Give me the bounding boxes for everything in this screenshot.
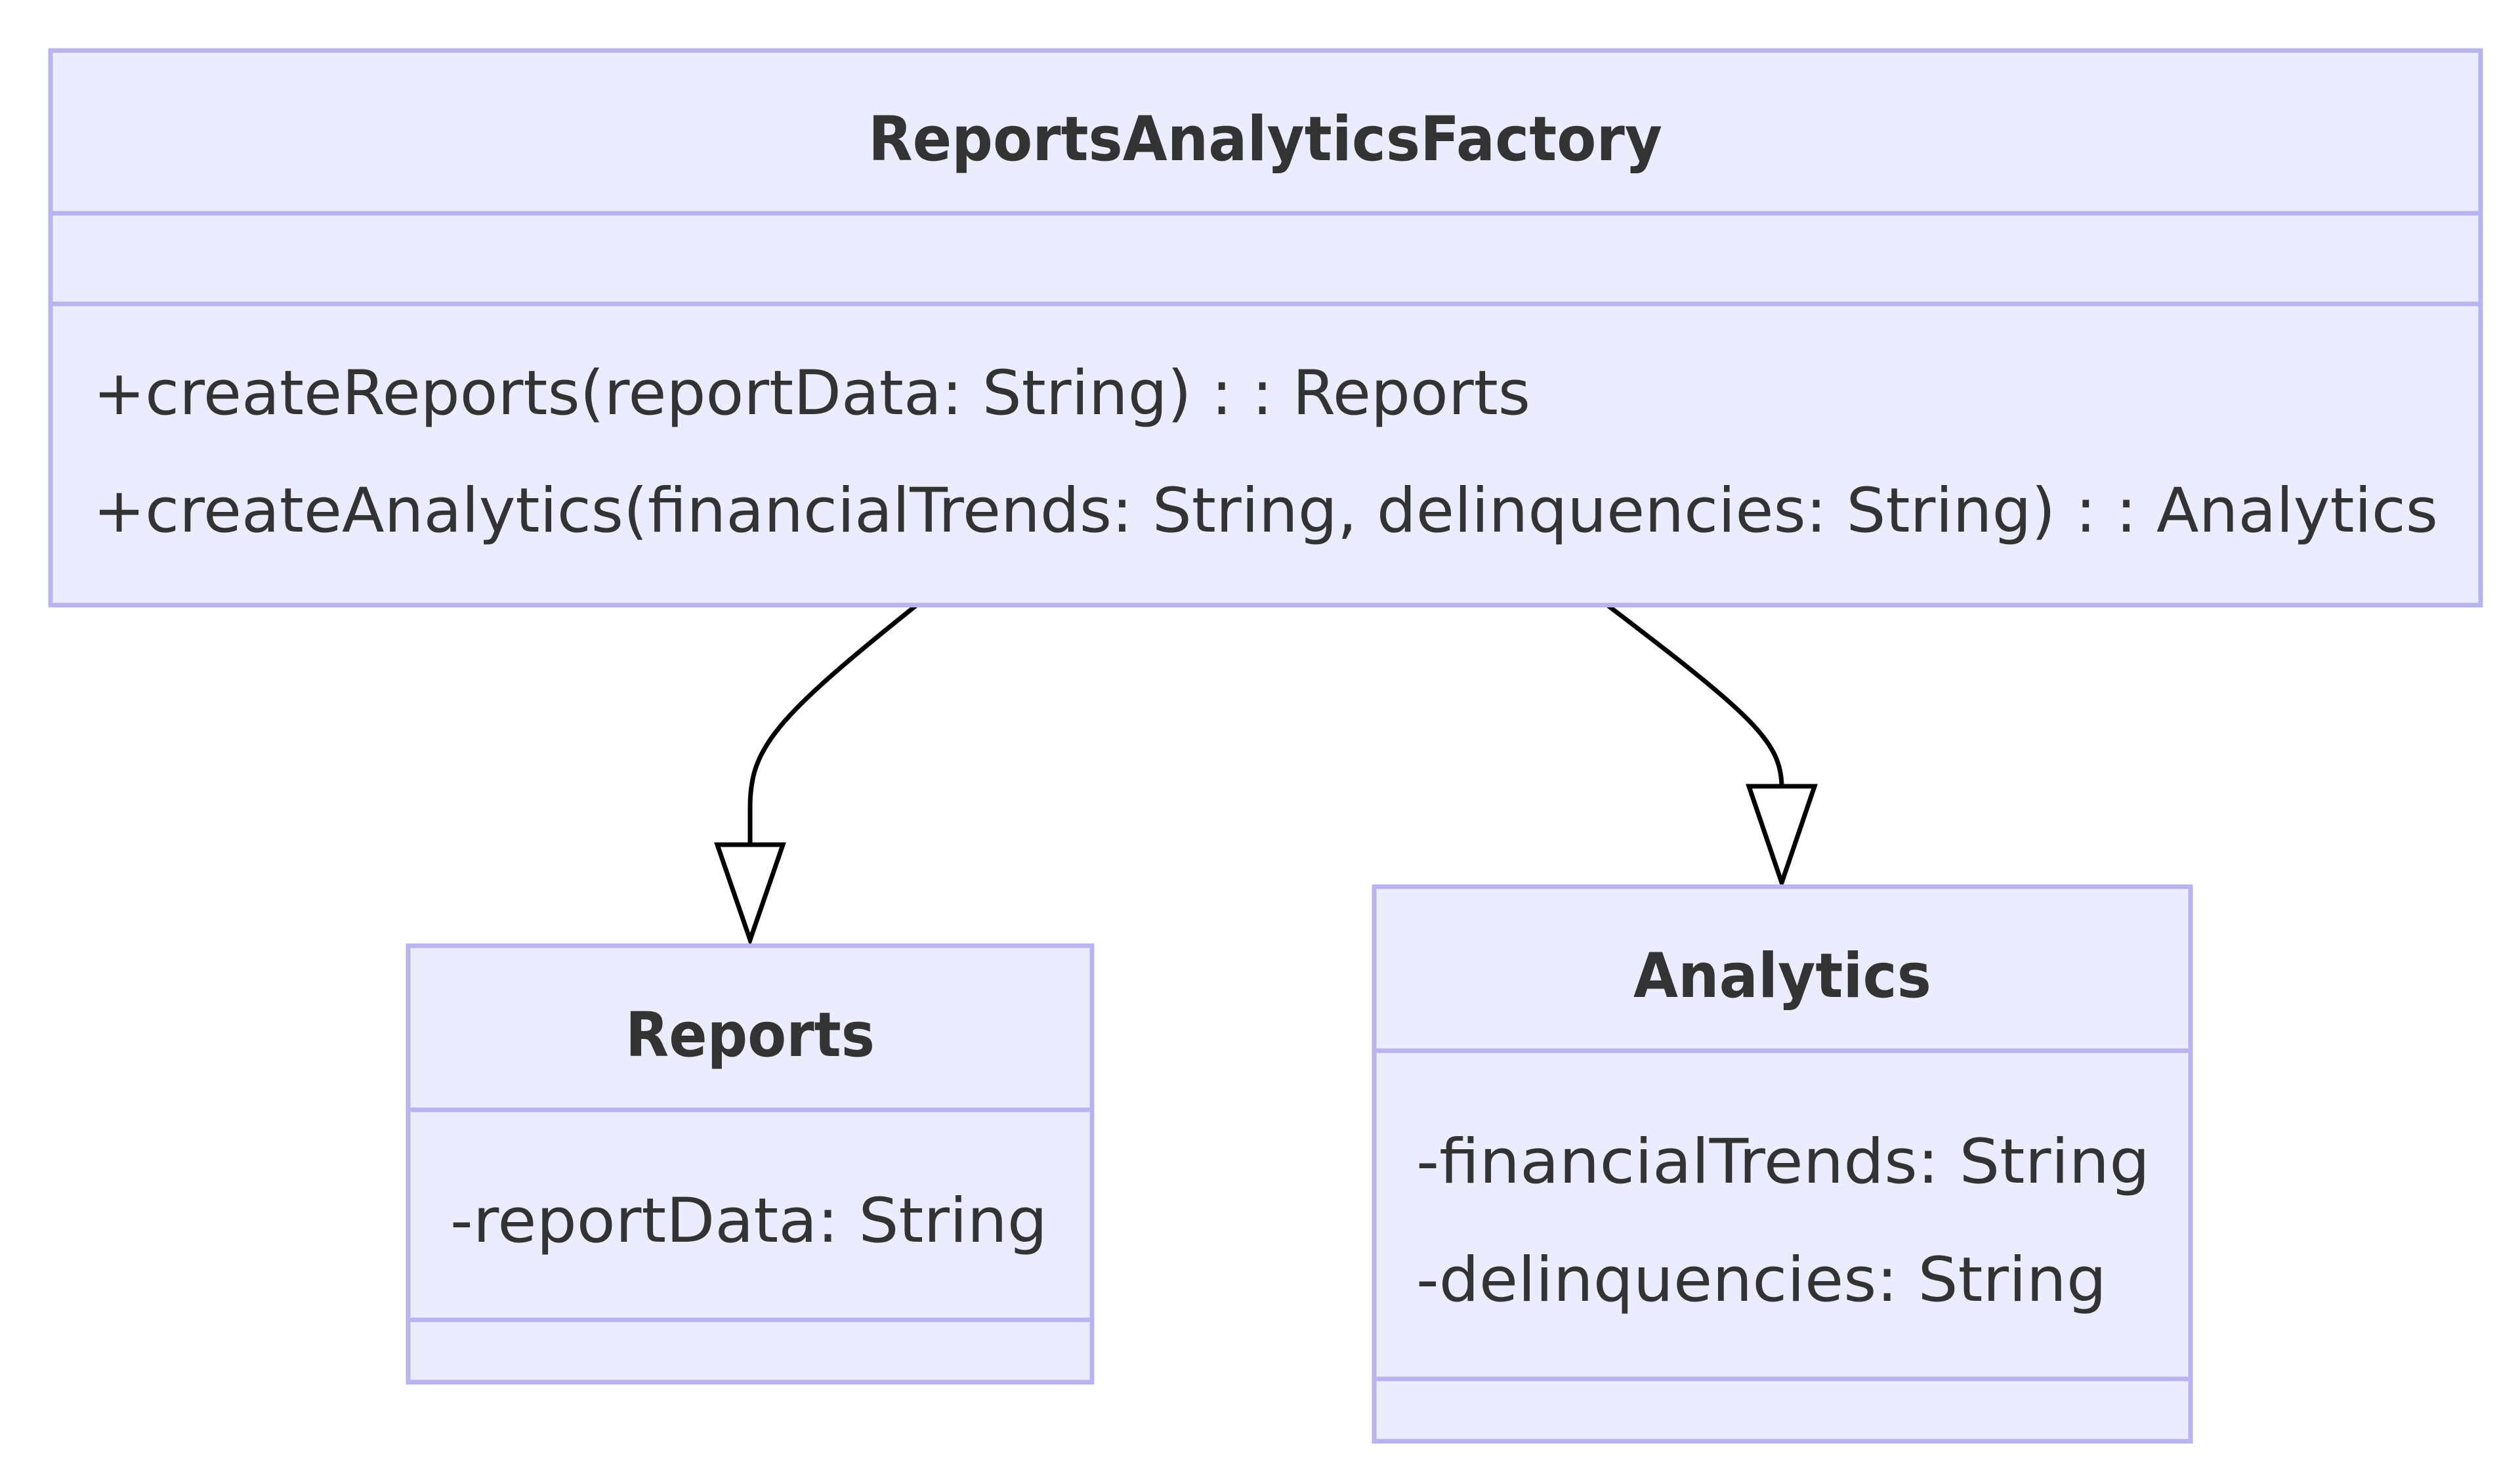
class-name: ReportsAnalyticsFactory xyxy=(868,104,1662,175)
relation-factory-analytics xyxy=(1605,603,1818,890)
class-diagram: ReportsAnalyticsFactory +createReports(r… xyxy=(48,48,2483,1444)
class-analytics[interactable]: Analytics -financialTrends: String -deli… xyxy=(1372,884,2193,1444)
attribute-delinquencies: -delinquencies: String xyxy=(1416,1244,2107,1316)
edge-factory-to-reports xyxy=(747,603,919,847)
inheritance-arrowhead-analytics xyxy=(1746,784,1818,890)
edge-factory-to-analytics xyxy=(1605,603,1784,788)
class-reports-analytics-factory[interactable]: ReportsAnalyticsFactory +createReports(r… xyxy=(48,48,2483,608)
attribute-financial-trends: -financialTrends: String xyxy=(1416,1126,2150,1198)
method-create-reports: +createReports(reportData: String) : : R… xyxy=(93,358,1530,429)
method-create-analytics: +createAnalytics(financialTrends: String… xyxy=(93,475,2438,547)
relation-factory-reports xyxy=(714,603,919,947)
inheritance-arrowhead-reports xyxy=(714,842,786,947)
class-name: Reports xyxy=(625,1000,875,1071)
attribute-report-data: -reportData: String xyxy=(450,1185,1047,1257)
class-name: Analytics xyxy=(1633,941,1931,1012)
class-reports[interactable]: Reports -reportData: String xyxy=(406,943,1095,1385)
